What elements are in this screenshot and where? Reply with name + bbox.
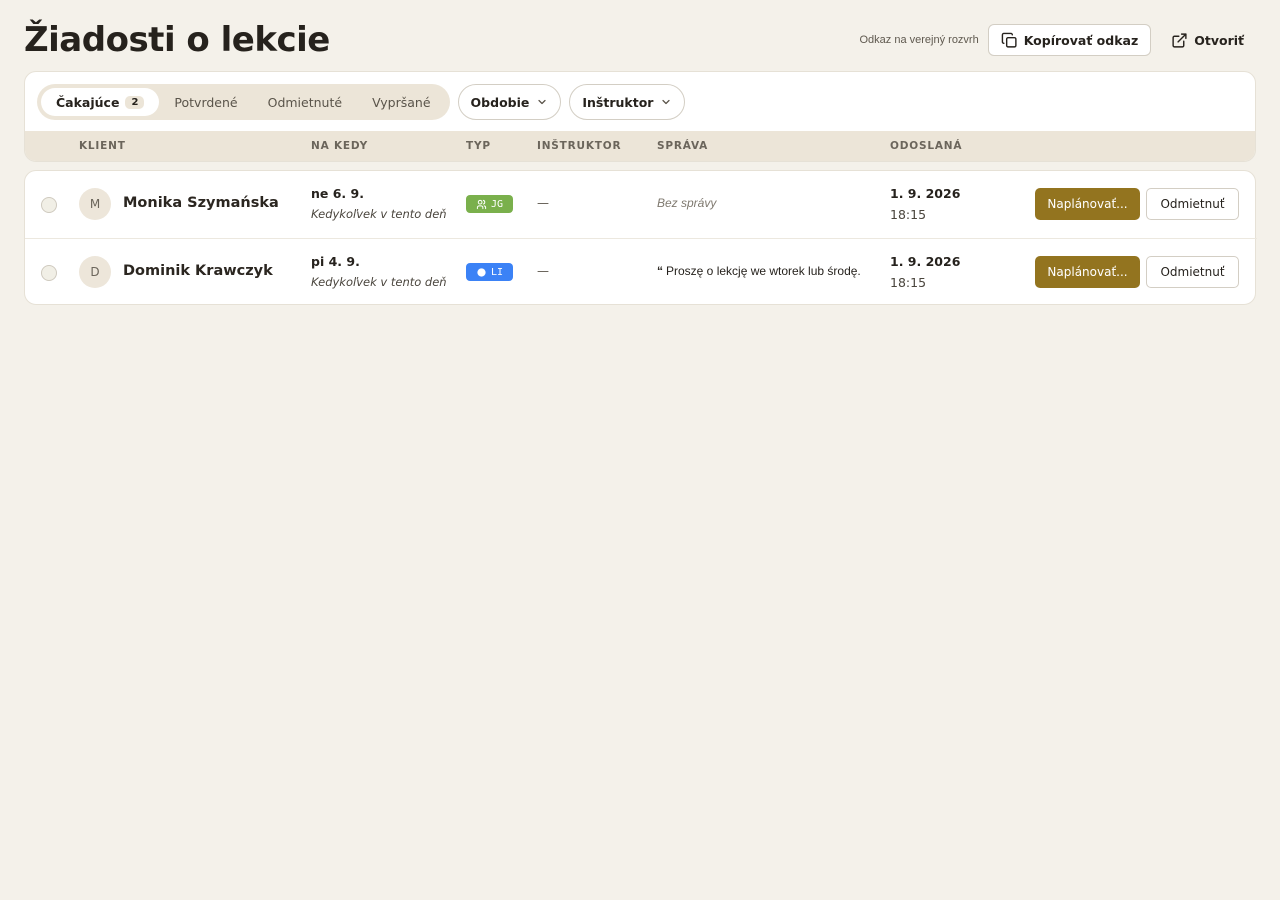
- column-header-instructor: INŠTRUKTOR: [537, 140, 622, 152]
- requested-time-note: Kedykoľvek v tento deň: [311, 207, 447, 221]
- open-link-label: Otvoriť: [1194, 32, 1244, 48]
- requested-date: ne 6. 9.: [311, 186, 364, 201]
- message-cell: “Proszę o lekcję we wtorek lub środę.: [657, 264, 861, 278]
- client-name: Dominik Krawczyk: [123, 263, 273, 279]
- row-checkbox[interactable]: [41, 265, 57, 281]
- page-title: Žiadosti o lekcie: [24, 20, 330, 60]
- quote-mark: “: [657, 264, 663, 278]
- copy-icon: [1001, 32, 1017, 48]
- avatar: M: [79, 188, 111, 220]
- filter-card: Čakajúce 2 Potvrdené Odmietnuté Vypršané…: [24, 71, 1256, 162]
- table-header: KLIENT NA KEDY TYP INŠTRUKTOR SPRÁVA ODO…: [25, 131, 1255, 161]
- message-text: Proszę o lekcję we wtorek lub środę.: [666, 264, 861, 278]
- tab-pending[interactable]: Čakajúce 2: [41, 88, 160, 116]
- status-tabs: Čakajúce 2 Potvrdené Odmietnuté Vypršané: [37, 84, 450, 120]
- table-row: D Dominik Krawczyk pi 4. 9. Kedykoľvek v…: [25, 238, 1257, 305]
- header-actions: Odkaz na verejný rozvrh Kopírovať odkaz …: [860, 24, 1257, 56]
- instructor-value: —: [537, 196, 549, 210]
- type-badge-label: JG: [490, 198, 504, 210]
- chevron-down-icon: [662, 99, 671, 105]
- copy-link-label: Kopírovať odkaz: [1023, 32, 1139, 48]
- row-checkbox[interactable]: [41, 197, 57, 213]
- pending-count-badge: 2: [125, 95, 145, 109]
- decline-button[interactable]: Odmietnuť: [1146, 188, 1239, 220]
- requested-time-note: Kedykoľvek v tento deň: [311, 275, 447, 289]
- chevron-down-icon: [538, 99, 546, 105]
- decline-button[interactable]: Odmietnuť: [1146, 256, 1239, 288]
- column-header-sent: ODOSLANÁ: [890, 140, 963, 152]
- type-badge-label: LI: [490, 266, 504, 278]
- external-link-icon: [1172, 32, 1187, 48]
- message-text: Bez správy: [657, 196, 717, 210]
- sent-time: 18:15: [890, 275, 927, 290]
- users-icon: [476, 199, 487, 209]
- column-header-type: TYP: [466, 140, 491, 152]
- sent-time: 18:15: [890, 207, 927, 222]
- tab-declined[interactable]: Odmietnuté: [253, 88, 357, 116]
- client-name: Monika Szymańska: [123, 195, 279, 211]
- instructor-dropdown-label: Inštruktor: [582, 94, 654, 110]
- tab-expired[interactable]: Vypršané: [357, 88, 445, 116]
- table-row: M Monika Szymańska ne 6. 9. Kedykoľvek v…: [25, 171, 1257, 238]
- column-header-message: SPRÁVA: [657, 140, 709, 152]
- period-dropdown[interactable]: Obdobie: [457, 84, 562, 120]
- filter-bar: Čakajúce 2 Potvrdené Odmietnuté Vypršané…: [37, 84, 686, 120]
- public-schedule-label: Odkaz na verejný rozvrh: [859, 34, 979, 46]
- requested-date: pi 4. 9.: [311, 254, 360, 269]
- tab-confirmed[interactable]: Potvrdené: [159, 88, 252, 116]
- copy-link-button[interactable]: Kopírovať odkaz: [987, 24, 1152, 56]
- column-header-when: NA KEDY: [311, 140, 369, 152]
- sent-date: 1. 9. 2026: [890, 186, 961, 201]
- instructor-dropdown[interactable]: Inštruktor: [569, 84, 686, 120]
- circle-icon: [477, 267, 486, 277]
- avatar: D: [79, 256, 111, 288]
- schedule-button[interactable]: Naplánovať...: [1035, 256, 1140, 288]
- requests-table: M Monika Szymańska ne 6. 9. Kedykoľvek v…: [24, 170, 1257, 305]
- column-header-client: KLIENT: [79, 140, 126, 152]
- tab-pending-label: Čakajúce: [56, 94, 120, 110]
- period-dropdown-label: Obdobie: [470, 94, 530, 110]
- instructor-value: —: [537, 264, 549, 278]
- sent-date: 1. 9. 2026: [890, 254, 961, 269]
- open-link-button[interactable]: Otvoriť: [1151, 24, 1256, 56]
- schedule-button[interactable]: Naplánovať...: [1035, 188, 1140, 220]
- type-badge: JG: [466, 195, 513, 213]
- type-badge: LI: [466, 263, 513, 281]
